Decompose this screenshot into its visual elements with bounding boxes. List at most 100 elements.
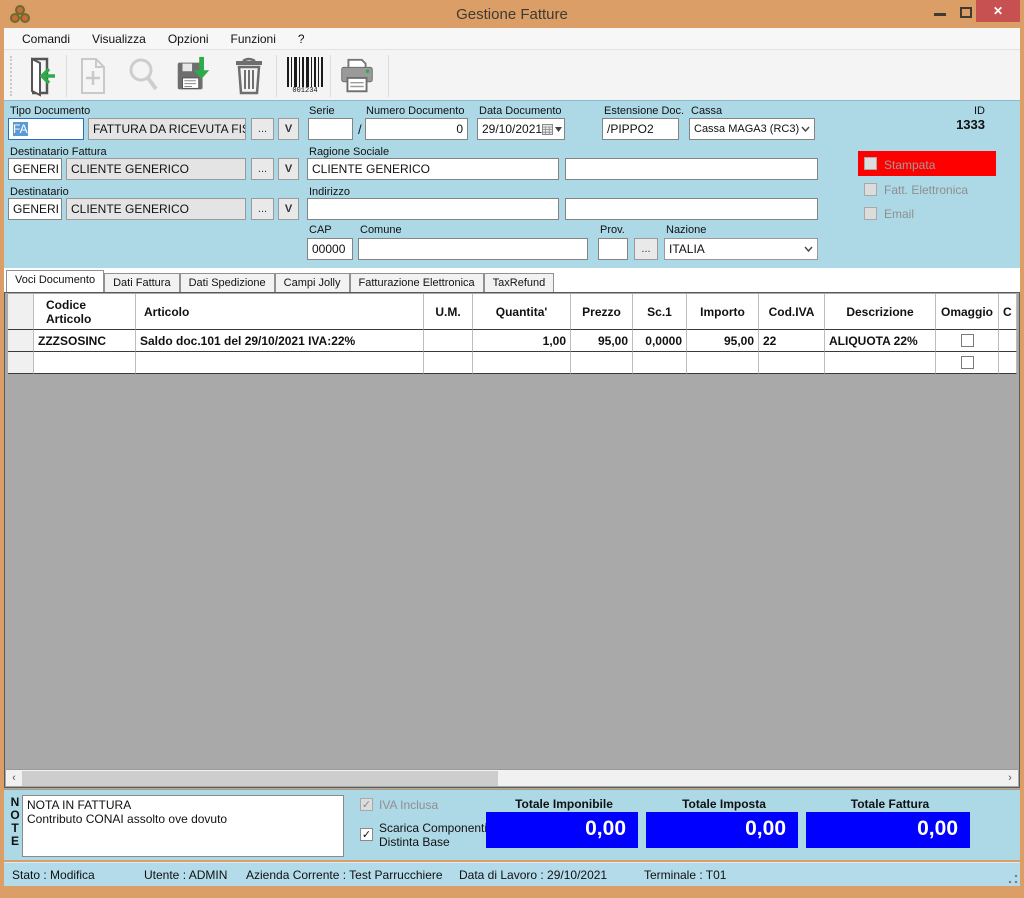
- barcode-button[interactable]: 001234: [282, 54, 328, 98]
- tab-strip: Voci Documento Dati Fattura Dati Spedizi…: [4, 268, 1020, 293]
- cell-prezzo[interactable]: 95,00: [571, 330, 633, 352]
- destinatario-fattura-code-input[interactable]: GENERI: [8, 158, 62, 180]
- cell-omaggio[interactable]: [936, 330, 999, 352]
- tab-dati-spedizione[interactable]: Dati Spedizione: [180, 273, 275, 292]
- comune-input[interactable]: [358, 238, 588, 260]
- comune-browse-button[interactable]: ...: [634, 238, 658, 260]
- voci-documento-page: Codice Articolo Articolo U.M. Quantita' …: [4, 292, 1020, 788]
- omaggio-checkbox[interactable]: [961, 334, 974, 347]
- col-header-codice-articolo[interactable]: Codice Articolo: [34, 294, 136, 330]
- iva-inclusa-checkbox[interactable]: ✓: [360, 798, 373, 811]
- col-header-prezzo[interactable]: Prezzo: [571, 294, 633, 330]
- empty-cell[interactable]: [34, 352, 136, 374]
- fatt-elettronica-checkbox[interactable]: [864, 183, 877, 196]
- scroll-right-arrow[interactable]: ›: [1002, 770, 1018, 786]
- menu-bar: Comandi Visualizza Opzioni Funzioni ?: [4, 28, 1020, 50]
- minimize-button[interactable]: [934, 13, 946, 16]
- tab-taxrefund[interactable]: TaxRefund: [484, 273, 555, 292]
- tab-voci-documento[interactable]: Voci Documento: [6, 270, 104, 292]
- col-header-codiva[interactable]: Cod.IVA: [759, 294, 825, 330]
- col-header-c-partial[interactable]: C: [999, 294, 1017, 330]
- menu-funzioni[interactable]: Funzioni: [231, 32, 276, 46]
- destinatario-browse-button[interactable]: ...: [251, 198, 274, 220]
- indirizzo-2-input[interactable]: [565, 198, 818, 220]
- tipo-documento-v-button[interactable]: V: [278, 118, 299, 140]
- empty-cell[interactable]: [136, 352, 424, 374]
- cassa-select[interactable]: Cassa MAGA3 (RC3): [689, 118, 815, 140]
- serie-input[interactable]: [308, 118, 353, 140]
- delete-button[interactable]: [228, 54, 270, 98]
- exit-button[interactable]: [18, 54, 60, 98]
- search-button[interactable]: [122, 54, 164, 98]
- cap-input[interactable]: 00000: [307, 238, 353, 260]
- col-header-quantita[interactable]: Quantita': [473, 294, 571, 330]
- status-data-lavoro: Data di Lavoro : 29/10/2021: [459, 868, 607, 882]
- tab-dati-fattura[interactable]: Dati Fattura: [104, 273, 179, 292]
- horizontal-scrollbar[interactable]: ‹ ›: [6, 769, 1018, 786]
- cell-articolo[interactable]: Saldo doc.101 del 29/10/2021 IVA:22%: [136, 330, 424, 352]
- menu-visualizza[interactable]: Visualizza: [92, 32, 146, 46]
- email-checkbox[interactable]: [864, 207, 877, 220]
- cell-descrizione[interactable]: ALIQUOTA 22%: [825, 330, 936, 352]
- stampata-label: Stampata: [884, 158, 935, 172]
- tab-fatturazione-elettronica[interactable]: Fatturazione Elettronica: [350, 273, 484, 292]
- row-selector[interactable]: [8, 330, 34, 352]
- close-button[interactable]: ✕: [976, 0, 1020, 22]
- col-header-descrizione[interactable]: Descrizione: [825, 294, 936, 330]
- scarica-componenti-checkbox[interactable]: ✓: [360, 828, 373, 841]
- document-lines-grid: Codice Articolo Articolo U.M. Quantita' …: [8, 294, 1017, 374]
- empty-cell[interactable]: [825, 352, 936, 374]
- estensione-doc-input[interactable]: /PIPPO2: [602, 118, 679, 140]
- cell-quantita[interactable]: 1,00: [473, 330, 571, 352]
- tipo-documento-label: Tipo Documento: [10, 105, 90, 117]
- cell-codiva[interactable]: 22: [759, 330, 825, 352]
- ragione-sociale-input[interactable]: CLIENTE GENERICO: [307, 158, 559, 180]
- scrollbar-thumb[interactable]: [22, 771, 498, 786]
- empty-cell[interactable]: [633, 352, 687, 374]
- menu-opzioni[interactable]: Opzioni: [168, 32, 209, 46]
- destinatario-code-input[interactable]: GENERI: [8, 198, 62, 220]
- destinatario-fattura-v-button[interactable]: V: [278, 158, 299, 180]
- destinatario-v-button[interactable]: V: [278, 198, 299, 220]
- tab-campi-jolly[interactable]: Campi Jolly: [275, 273, 350, 292]
- stampata-checkbox[interactable]: [864, 157, 877, 170]
- save-button[interactable]: [172, 54, 214, 98]
- maximize-button[interactable]: [960, 7, 972, 18]
- col-header-um[interactable]: U.M.: [424, 294, 473, 330]
- col-header-sc1[interactable]: Sc.1: [633, 294, 687, 330]
- numero-documento-input[interactable]: 0: [365, 118, 468, 140]
- nazione-select[interactable]: ITALIA: [664, 238, 818, 260]
- empty-cell[interactable]: [936, 352, 999, 374]
- omaggio-checkbox[interactable]: [961, 356, 974, 369]
- cell-sc1[interactable]: 0,0000: [633, 330, 687, 352]
- empty-cell[interactable]: [473, 352, 571, 374]
- ragione-sociale-2-input[interactable]: [565, 158, 818, 180]
- resize-grip[interactable]: [1008, 874, 1018, 884]
- calendar-icon[interactable]: [542, 124, 562, 135]
- col-header-articolo[interactable]: Articolo: [136, 294, 424, 330]
- menu-help[interactable]: ?: [298, 32, 305, 46]
- data-documento-input[interactable]: 29/10/2021: [477, 118, 565, 140]
- empty-cell[interactable]: [571, 352, 633, 374]
- indirizzo-input[interactable]: [307, 198, 559, 220]
- col-header-omaggio[interactable]: Omaggio: [936, 294, 999, 330]
- new-document-button[interactable]: [72, 54, 114, 98]
- destinatario-fattura-browse-button[interactable]: ...: [251, 158, 274, 180]
- scroll-left-arrow[interactable]: ‹: [6, 770, 22, 786]
- menu-comandi[interactable]: Comandi: [22, 32, 70, 46]
- cell-um[interactable]: [424, 330, 473, 352]
- notes-textarea[interactable]: NOTA IN FATTURA Contributo CONAI assolto…: [22, 795, 344, 857]
- estensione-doc-label: Estensione Doc.: [604, 105, 684, 117]
- prov-input[interactable]: [598, 238, 628, 260]
- cell-importo[interactable]: 95,00: [687, 330, 759, 352]
- tipo-documento-browse-button[interactable]: ...: [251, 118, 274, 140]
- cell-codice[interactable]: ZZZSOSINC: [34, 330, 136, 352]
- empty-cell[interactable]: [759, 352, 825, 374]
- empty-cell[interactable]: [424, 352, 473, 374]
- empty-cell[interactable]: [687, 352, 759, 374]
- app-window: Gestione Fatture ✕ Comandi Visualizza Op…: [0, 0, 1024, 898]
- print-button[interactable]: [336, 54, 378, 98]
- row-selector[interactable]: [8, 352, 34, 374]
- tipo-documento-input[interactable]: FA: [8, 118, 84, 140]
- col-header-importo[interactable]: Importo: [687, 294, 759, 330]
